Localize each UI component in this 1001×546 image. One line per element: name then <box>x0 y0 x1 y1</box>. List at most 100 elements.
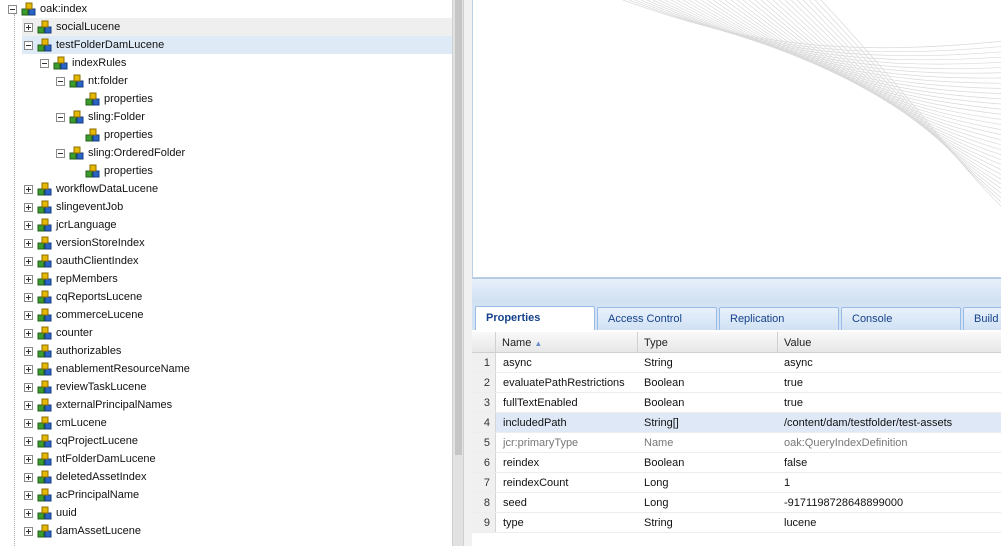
expand-toggle-icon[interactable] <box>24 364 33 374</box>
expand-toggle-icon[interactable] <box>24 400 33 410</box>
expand-toggle-icon[interactable] <box>24 418 33 428</box>
tree-node[interactable]: cqReportsLucene <box>24 288 452 306</box>
tree-node[interactable]: damAssetLucene <box>24 522 452 540</box>
expand-toggle-icon[interactable] <box>24 238 33 248</box>
tree-node[interactable]: externalPrincipalNames <box>24 396 452 414</box>
property-type[interactable]: String[] <box>644 413 778 432</box>
collapse-toggle-icon[interactable] <box>24 40 33 50</box>
tree-node[interactable]: cmLucene <box>24 414 452 432</box>
tree-node[interactable]: sling:Folder <box>56 108 452 126</box>
expand-toggle-icon[interactable] <box>24 454 33 464</box>
expand-toggle-icon[interactable] <box>24 526 33 536</box>
tree-node[interactable]: oauthClientIndex <box>24 252 452 270</box>
tree-node[interactable]: jcrLanguage <box>24 216 452 234</box>
tree-node-root[interactable]: oak:index <box>8 0 452 18</box>
property-value[interactable]: lucene <box>784 513 1001 532</box>
panel-divider[interactable] <box>464 0 472 546</box>
expand-toggle-icon[interactable] <box>24 256 33 266</box>
tab-replication[interactable]: Replication <box>719 307 839 330</box>
column-header-value[interactable]: Value <box>778 332 1001 352</box>
property-name[interactable]: evaluatePathRestrictions <box>503 373 638 392</box>
tree-node[interactable]: workflowDataLucene <box>24 180 452 198</box>
panel-splitter-horizontal[interactable] <box>472 278 1001 302</box>
tree-node[interactable]: properties <box>72 126 452 144</box>
tab-console[interactable]: Console <box>841 307 961 330</box>
expand-toggle-icon[interactable] <box>24 346 33 356</box>
expand-toggle-icon[interactable] <box>24 508 33 518</box>
tab-access-control[interactable]: Access Control <box>597 307 717 330</box>
property-value[interactable]: async <box>784 353 1001 372</box>
table-row[interactable]: 3 fullTextEnabled Boolean true <box>472 393 1001 413</box>
tree-node[interactable]: testFolderDamLucene <box>22 36 452 54</box>
collapse-toggle-icon[interactable] <box>56 148 65 158</box>
expand-toggle-icon[interactable] <box>24 490 33 500</box>
tree-node[interactable]: acPrincipalName <box>24 486 452 504</box>
tree-node[interactable]: repMembers <box>24 270 452 288</box>
expand-toggle-icon[interactable] <box>24 22 33 32</box>
property-name[interactable]: reindexCount <box>503 473 638 492</box>
tree-node[interactable]: counter <box>24 324 452 342</box>
property-name[interactable]: type <box>503 513 638 532</box>
property-name[interactable]: jcr:primaryType <box>503 433 638 452</box>
tree-node[interactable]: deletedAssetIndex <box>24 468 452 486</box>
tree-node[interactable]: properties <box>72 162 452 180</box>
table-row[interactable]: 1 async String async <box>472 353 1001 373</box>
tree-node[interactable]: commerceLucene <box>24 306 452 324</box>
table-row[interactable]: 4 includedPath String[] /content/dam/testfo… <box>472 413 1001 433</box>
expand-toggle-icon[interactable] <box>24 220 33 230</box>
table-row[interactable]: 5 jcr:primaryType Name oak:QueryIndexDefini… <box>472 433 1001 453</box>
vertical-scrollbar[interactable] <box>452 0 464 546</box>
property-type[interactable]: Long <box>644 473 778 492</box>
table-row[interactable]: 8 seed Long -9171198728648899000 <box>472 493 1001 513</box>
property-value[interactable]: 1 <box>784 473 1001 492</box>
collapse-toggle-icon[interactable] <box>8 4 17 14</box>
tree-node[interactable]: cqProjectLucene <box>24 432 452 450</box>
expand-toggle-icon[interactable] <box>24 328 33 338</box>
expand-toggle-icon[interactable] <box>24 202 33 212</box>
tree-node[interactable]: uuid <box>24 504 452 522</box>
property-name[interactable]: fullTextEnabled <box>503 393 638 412</box>
property-value[interactable]: oak:QueryIndexDefinition <box>784 433 1001 452</box>
expand-toggle-icon[interactable] <box>24 274 33 284</box>
tree-node[interactable]: enablementResourceName <box>24 360 452 378</box>
property-value[interactable]: true <box>784 373 1001 392</box>
tree-node[interactable]: indexRules <box>40 54 452 72</box>
table-row[interactable]: 6 reindex Boolean false <box>472 453 1001 473</box>
column-header-type[interactable]: Type <box>638 332 778 352</box>
property-value[interactable]: /content/dam/testfolder/test-assets <box>784 413 1001 432</box>
property-name[interactable]: async <box>503 353 638 372</box>
expand-toggle-icon[interactable] <box>24 472 33 482</box>
tree-node[interactable]: versionStoreIndex <box>24 234 452 252</box>
property-name[interactable]: includedPath <box>503 413 638 432</box>
tree-node[interactable]: socialLucene <box>22 18 452 36</box>
tree-node[interactable]: authorizables <box>24 342 452 360</box>
tree-node[interactable]: nt:folder <box>56 72 452 90</box>
property-type[interactable]: Boolean <box>644 453 778 472</box>
tree-node[interactable]: ntFolderDamLucene <box>24 450 452 468</box>
property-name[interactable]: seed <box>503 493 638 512</box>
expand-toggle-icon[interactable] <box>24 184 33 194</box>
property-type[interactable]: Boolean <box>644 393 778 412</box>
tree-node[interactable]: reviewTaskLucene <box>24 378 452 396</box>
tree-node[interactable]: sling:OrderedFolder <box>56 144 452 162</box>
expand-toggle-icon[interactable] <box>24 436 33 446</box>
collapse-toggle-icon[interactable] <box>56 112 65 122</box>
property-type[interactable]: Boolean <box>644 373 778 392</box>
tree-node[interactable]: slingeventJob <box>24 198 452 216</box>
collapse-toggle-icon[interactable] <box>40 58 49 68</box>
expand-toggle-icon[interactable] <box>24 382 33 392</box>
column-header-name[interactable]: Name ▲ <box>496 332 638 352</box>
property-value[interactable]: false <box>784 453 1001 472</box>
property-name[interactable]: reindex <box>503 453 638 472</box>
tree-node[interactable]: properties <box>72 90 452 108</box>
scrollbar-thumb[interactable] <box>455 0 462 455</box>
property-value[interactable]: true <box>784 393 1001 412</box>
property-type[interactable]: Name <box>644 433 778 452</box>
property-type[interactable]: String <box>644 513 778 532</box>
table-row[interactable]: 9 type String lucene <box>472 513 1001 533</box>
collapse-toggle-icon[interactable] <box>56 76 65 86</box>
table-row[interactable]: 2 evaluatePathRestrictions Boolean true <box>472 373 1001 393</box>
table-row[interactable]: 7 reindexCount Long 1 <box>472 473 1001 493</box>
property-type[interactable]: Long <box>644 493 778 512</box>
property-type[interactable]: String <box>644 353 778 372</box>
